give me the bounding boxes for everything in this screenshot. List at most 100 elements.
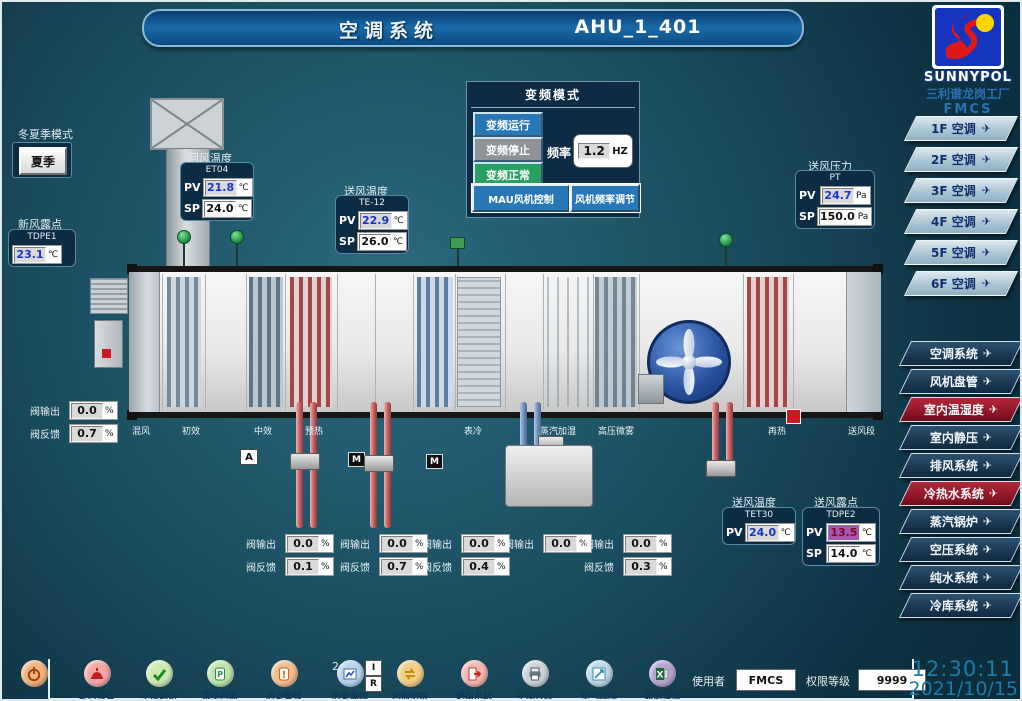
logo-sun-icon xyxy=(976,14,994,32)
toolbar-data-export[interactable]: X 数据归档 xyxy=(632,660,692,701)
valve-output-field: 0.0% xyxy=(623,534,672,553)
pv-field-alarm: 13.5℃ xyxy=(826,523,876,542)
sp-field[interactable]: 26.0℃ xyxy=(357,232,407,251)
supply-temp-display: TE-12 PV22.9℃ SP26.0℃ xyxy=(335,195,409,254)
system-nav-item-pure-water[interactable]: 纯水系统✈ xyxy=(899,565,1022,590)
valve-output-field: 0.0% xyxy=(379,534,428,553)
clock-date: 2021/10/15 xyxy=(900,678,1018,700)
section-label: 初效 xyxy=(182,424,200,437)
pv-field: 21.8℃ xyxy=(203,178,253,197)
wall-cabinet xyxy=(94,320,123,368)
sensor-tag: TE-12 xyxy=(339,198,405,209)
valve-feedback-field: 0.7% xyxy=(69,424,118,443)
toolbar-menu-page[interactable]: P 菜单画面 xyxy=(190,660,250,701)
user-field[interactable]: FMCS xyxy=(736,669,796,691)
sensor-tag: TDPE1 xyxy=(12,232,72,243)
airplane-icon: ✈ xyxy=(983,347,992,360)
section-label: 预热 xyxy=(305,424,323,437)
system-nav-item-fancoil[interactable]: 风机盘管✈ xyxy=(899,369,1022,394)
valve-readout-group: 阀输出0.0% 阀反馈0.7% xyxy=(340,534,428,580)
nav-label: 空调系统 xyxy=(930,345,978,362)
airplane-icon: ✈ xyxy=(983,543,992,556)
floor-nav-item-2f[interactable]: 2F 空调✈ xyxy=(904,147,1018,172)
valve-output-field: 0.0% xyxy=(285,534,334,553)
toolbar-psychrometric[interactable]: 空气线图 xyxy=(569,660,629,701)
system-nav-item-room-temp-humidity[interactable]: 室内温湿度✈ xyxy=(899,397,1022,422)
mau-fan-control-button[interactable]: MAU风机控制 xyxy=(472,184,570,212)
toolbar-screen-switch[interactable]: 画面切换 xyxy=(380,660,440,701)
preheat-coil xyxy=(290,277,332,407)
system-nav-item-ac[interactable]: 空调系统 ✈ xyxy=(899,341,1022,366)
valve-m-tag: M xyxy=(426,454,443,469)
ahu-unit xyxy=(129,266,881,418)
humidifier-tank xyxy=(505,445,593,507)
cooling-louver xyxy=(457,277,501,407)
exit-arrow-icon xyxy=(461,660,488,687)
floor-nav-item-5f[interactable]: 5F 空调✈ xyxy=(904,240,1018,265)
humidifier-water-pipe xyxy=(520,402,527,448)
airplane-icon: ✈ xyxy=(983,431,992,444)
vfd-run-button[interactable]: 变频运行 xyxy=(473,112,543,137)
user-label: 使用者 xyxy=(692,673,725,689)
temp-sensor-dot xyxy=(230,230,244,244)
trend-icon xyxy=(586,660,613,687)
floor-nav-item-4f[interactable]: 4F 空调✈ xyxy=(904,209,1018,234)
toolbar-print[interactable]: 手动打印 xyxy=(505,660,565,701)
valve-output-field: 0.0% xyxy=(461,534,510,553)
brand-logo: SUNNYPOL 三利谱龙岗工厂 FMCS xyxy=(918,5,1018,113)
season-mode-button[interactable]: 夏季 xyxy=(19,147,67,175)
airplane-icon: ✈ xyxy=(982,277,991,290)
system-nav-item-steam-boiler[interactable]: 蒸汽锅炉✈ xyxy=(899,509,1022,534)
fan-freq-adjust-button[interactable]: 风机频率调节 xyxy=(570,184,640,212)
floor-label: 1F 空调 xyxy=(931,120,976,137)
floor-nav-item-3f[interactable]: 3F 空调✈ xyxy=(904,178,1018,203)
control-valve[interactable] xyxy=(290,453,320,470)
sp-field[interactable]: 24.0℃ xyxy=(202,199,252,218)
svg-text:!: ! xyxy=(282,670,287,681)
sp-field[interactable]: 150.0Pa xyxy=(817,207,872,226)
primary-filter xyxy=(167,277,201,407)
system-nav-item-room-pressure[interactable]: 室内静压✈ xyxy=(899,425,1022,450)
floor-label: 3F 空调 xyxy=(931,182,976,199)
control-valve[interactable] xyxy=(706,460,736,477)
fan-hub xyxy=(682,355,696,369)
valve-a-tag[interactable]: A xyxy=(240,449,258,465)
mist-section xyxy=(595,277,637,407)
floor-nav-item-1f[interactable]: 1F 空调✈ xyxy=(904,116,1018,141)
page-icon: P xyxy=(207,660,234,687)
sensor-tag: ET04 xyxy=(184,165,250,176)
frequency-value[interactable]: 1.2 xyxy=(578,143,610,159)
toolbar-login[interactable]: 登入 xyxy=(4,660,64,701)
valve-feedback-field: 0.3% xyxy=(623,557,672,576)
temp-sensor-dot xyxy=(177,230,191,244)
vfd-stop-button[interactable]: 变频停止 xyxy=(473,137,543,162)
section-label: 中效 xyxy=(254,424,272,437)
check-icon xyxy=(146,660,173,687)
season-mode-label: 冬夏季模式 xyxy=(18,126,73,142)
toolbar-realtime-alarm[interactable]: 即时报警 xyxy=(67,660,127,701)
system-nav-item-exhaust[interactable]: 排风系统✈ xyxy=(899,453,1022,478)
toolbar-exit[interactable]: 退出系统 xyxy=(444,660,504,701)
airplane-icon: ✈ xyxy=(989,403,998,416)
toolbar-ack-all[interactable]: 全部确认 xyxy=(129,660,189,701)
sp-field[interactable]: 14.0℃ xyxy=(826,544,876,563)
valve-readout-group: 阀输出0.0% 阀反馈0.1% xyxy=(246,534,334,580)
floor-nav-item-6f[interactable]: 6F 空调✈ xyxy=(904,271,1018,296)
pv-field: 22.9℃ xyxy=(358,211,408,230)
sensor-stem xyxy=(236,240,238,268)
nav-label: 蒸汽锅炉 xyxy=(930,513,978,530)
system-nav-item-chilled-hot-water[interactable]: 冷热水系统✈ xyxy=(899,481,1022,506)
system-nav-item-cold-storage[interactable]: 冷库系统✈ xyxy=(899,593,1022,618)
toolbar-history-alarm[interactable]: ! 历史警报 xyxy=(254,660,314,701)
medium-filter xyxy=(249,277,283,407)
sensor-stem xyxy=(725,244,727,268)
valve-feedback-field: 0.1% xyxy=(285,557,334,576)
excel-icon: X xyxy=(649,660,676,687)
system-nav-item-air-compressor[interactable]: 空压系统✈ xyxy=(899,537,1022,562)
vfd-panel-title: 变频模式 xyxy=(471,82,635,108)
control-valve[interactable] xyxy=(364,455,394,472)
svg-text:X: X xyxy=(657,670,664,680)
fresh-air-dewpoint-display: TDPE1 23.1℃ xyxy=(8,229,76,267)
nav-label: 排风系统 xyxy=(930,457,978,474)
airplane-icon: ✈ xyxy=(982,246,991,259)
